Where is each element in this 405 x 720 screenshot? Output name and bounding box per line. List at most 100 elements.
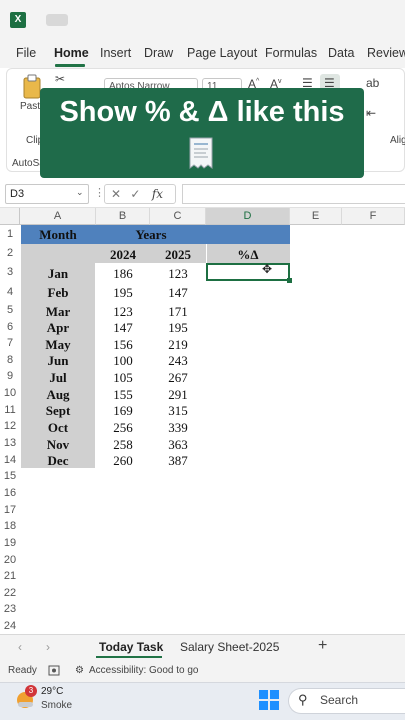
header-years[interactable]: Years xyxy=(96,227,206,243)
row-header[interactable]: 6 xyxy=(0,321,20,333)
cell-2025[interactable]: 171 xyxy=(150,304,206,320)
cell-2025[interactable]: 315 xyxy=(150,403,206,419)
row-header[interactable]: 2 xyxy=(0,247,20,259)
cell-month[interactable]: Feb xyxy=(21,285,95,301)
tab-review[interactable]: Review xyxy=(367,46,405,60)
row-header[interactable]: 17 xyxy=(0,504,20,516)
cell-2024[interactable]: 156 xyxy=(96,337,150,353)
cancel-icon[interactable]: ✕ xyxy=(111,187,121,201)
row-header[interactable]: 11 xyxy=(0,404,20,416)
cell-month[interactable]: Jun xyxy=(21,353,95,369)
next-sheet-icon[interactable]: › xyxy=(46,640,50,654)
row-header[interactable]: 10 xyxy=(0,387,20,399)
cell-month[interactable]: Sept xyxy=(21,403,95,419)
cell-month[interactable]: May xyxy=(21,337,95,353)
wrap-text-icon[interactable]: ab xyxy=(366,76,379,90)
cell-2025[interactable]: 243 xyxy=(150,353,206,369)
select-all-corner[interactable] xyxy=(0,208,20,225)
weather-description[interactable]: Smoke xyxy=(41,700,72,711)
cell-2024[interactable]: 105 xyxy=(96,370,150,386)
cell-2024[interactable]: 123 xyxy=(96,304,150,320)
cell-2024[interactable]: 186 xyxy=(96,266,150,282)
windows-start-icon[interactable] xyxy=(259,690,279,710)
cell-2025[interactable]: 123 xyxy=(150,266,206,282)
cell-month[interactable]: Dec xyxy=(21,453,95,469)
cell-2024[interactable]: 256 xyxy=(96,420,150,436)
row-header[interactable]: 1 xyxy=(0,228,20,240)
row-header[interactable]: 24 xyxy=(0,620,20,632)
cell-2025[interactable]: 339 xyxy=(150,420,206,436)
column-header-d[interactable]: D xyxy=(206,208,290,225)
row-header[interactable]: 5 xyxy=(0,304,20,316)
header-year-2024[interactable]: 2024 xyxy=(96,247,150,263)
cell-2024[interactable]: 260 xyxy=(96,453,150,469)
row-header[interactable]: 16 xyxy=(0,487,20,499)
cell-2025[interactable]: 363 xyxy=(150,437,206,453)
taskbar-search-label[interactable]: Search xyxy=(320,693,358,707)
cell-2024[interactable]: 155 xyxy=(96,387,150,403)
cell-2025[interactable]: 219 xyxy=(150,337,206,353)
row-header[interactable]: 18 xyxy=(0,520,20,532)
cut-icon[interactable]: ✂ xyxy=(55,72,65,86)
macro-recorder-icon[interactable] xyxy=(48,665,60,676)
insert-function-button[interactable]: fx xyxy=(152,187,163,201)
sheet-tab-salary-sheet[interactable]: Salary Sheet-2025 xyxy=(180,640,279,654)
weather-temperature[interactable]: 29°C xyxy=(41,686,63,697)
row-header[interactable]: 15 xyxy=(0,470,20,482)
row-header[interactable]: 19 xyxy=(0,537,20,549)
formula-input[interactable] xyxy=(182,184,405,204)
header-year-2025[interactable]: 2025 xyxy=(150,247,206,263)
tab-insert[interactable]: Insert xyxy=(100,46,131,60)
cell-2024[interactable]: 195 xyxy=(96,285,150,301)
row-header[interactable]: 21 xyxy=(0,570,20,582)
chevron-down-icon[interactable]: ⌄ xyxy=(76,187,84,198)
row-header[interactable]: 13 xyxy=(0,437,20,449)
row-header[interactable]: 12 xyxy=(0,420,20,432)
cell-2024[interactable]: 100 xyxy=(96,353,150,369)
tab-home[interactable]: Home xyxy=(54,46,89,60)
cell-month[interactable]: Apr xyxy=(21,320,95,336)
cell-2025[interactable]: 387 xyxy=(150,453,206,469)
fill-handle[interactable] xyxy=(287,278,292,283)
cell-2025[interactable]: 147 xyxy=(150,285,206,301)
cell-month[interactable]: Jul xyxy=(21,370,95,386)
column-header-e[interactable]: E xyxy=(290,208,342,225)
selected-cell-d3[interactable] xyxy=(206,263,290,281)
cell-month[interactable]: Nov xyxy=(21,437,95,453)
accessibility-icon[interactable]: ⚙ xyxy=(75,665,84,676)
enter-icon[interactable]: ✓ xyxy=(130,187,140,201)
row-header[interactable]: 9 xyxy=(0,370,20,382)
tab-file[interactable]: File xyxy=(16,46,36,60)
cell-2024[interactable]: 258 xyxy=(96,437,150,453)
cell-2024[interactable]: 169 xyxy=(96,403,150,419)
cell-month[interactable]: Aug xyxy=(21,387,95,403)
tab-formulas[interactable]: Formulas xyxy=(265,46,317,60)
cell-2025[interactable]: 267 xyxy=(150,370,206,386)
header-pct-delta[interactable]: %Δ xyxy=(206,247,290,263)
column-header-f[interactable]: F xyxy=(342,208,405,225)
row-header[interactable]: 23 xyxy=(0,603,20,615)
prev-sheet-icon[interactable]: ‹ xyxy=(18,640,22,654)
row-header[interactable]: 3 xyxy=(0,266,20,278)
row-header[interactable]: 20 xyxy=(0,554,20,566)
tab-page-layout[interactable]: Page Layout xyxy=(187,46,257,60)
cell-2024[interactable]: 147 xyxy=(96,320,150,336)
header-month[interactable]: Month xyxy=(21,227,95,243)
cell-2025[interactable]: 195 xyxy=(150,320,206,336)
row-header[interactable]: 4 xyxy=(0,286,20,298)
cell-2025[interactable]: 291 xyxy=(150,387,206,403)
merge-icon[interactable]: ⇤ xyxy=(366,106,376,120)
row-header[interactable]: 7 xyxy=(0,337,20,349)
cell-month[interactable]: Mar xyxy=(21,304,95,320)
column-header-a[interactable]: A xyxy=(20,208,96,225)
add-sheet-button[interactable]: + xyxy=(318,637,327,655)
sheet-tab-today-task[interactable]: Today Task xyxy=(99,640,163,654)
column-header-b[interactable]: B xyxy=(96,208,150,225)
cell-month[interactable]: Oct xyxy=(21,420,95,436)
tab-draw[interactable]: Draw xyxy=(144,46,173,60)
tab-data[interactable]: Data xyxy=(328,46,354,60)
accessibility-status[interactable]: Accessibility: Good to go xyxy=(89,665,199,676)
cell-month[interactable]: Jan xyxy=(21,266,95,282)
column-header-c[interactable]: C xyxy=(150,208,206,225)
row-header[interactable]: 14 xyxy=(0,454,20,466)
